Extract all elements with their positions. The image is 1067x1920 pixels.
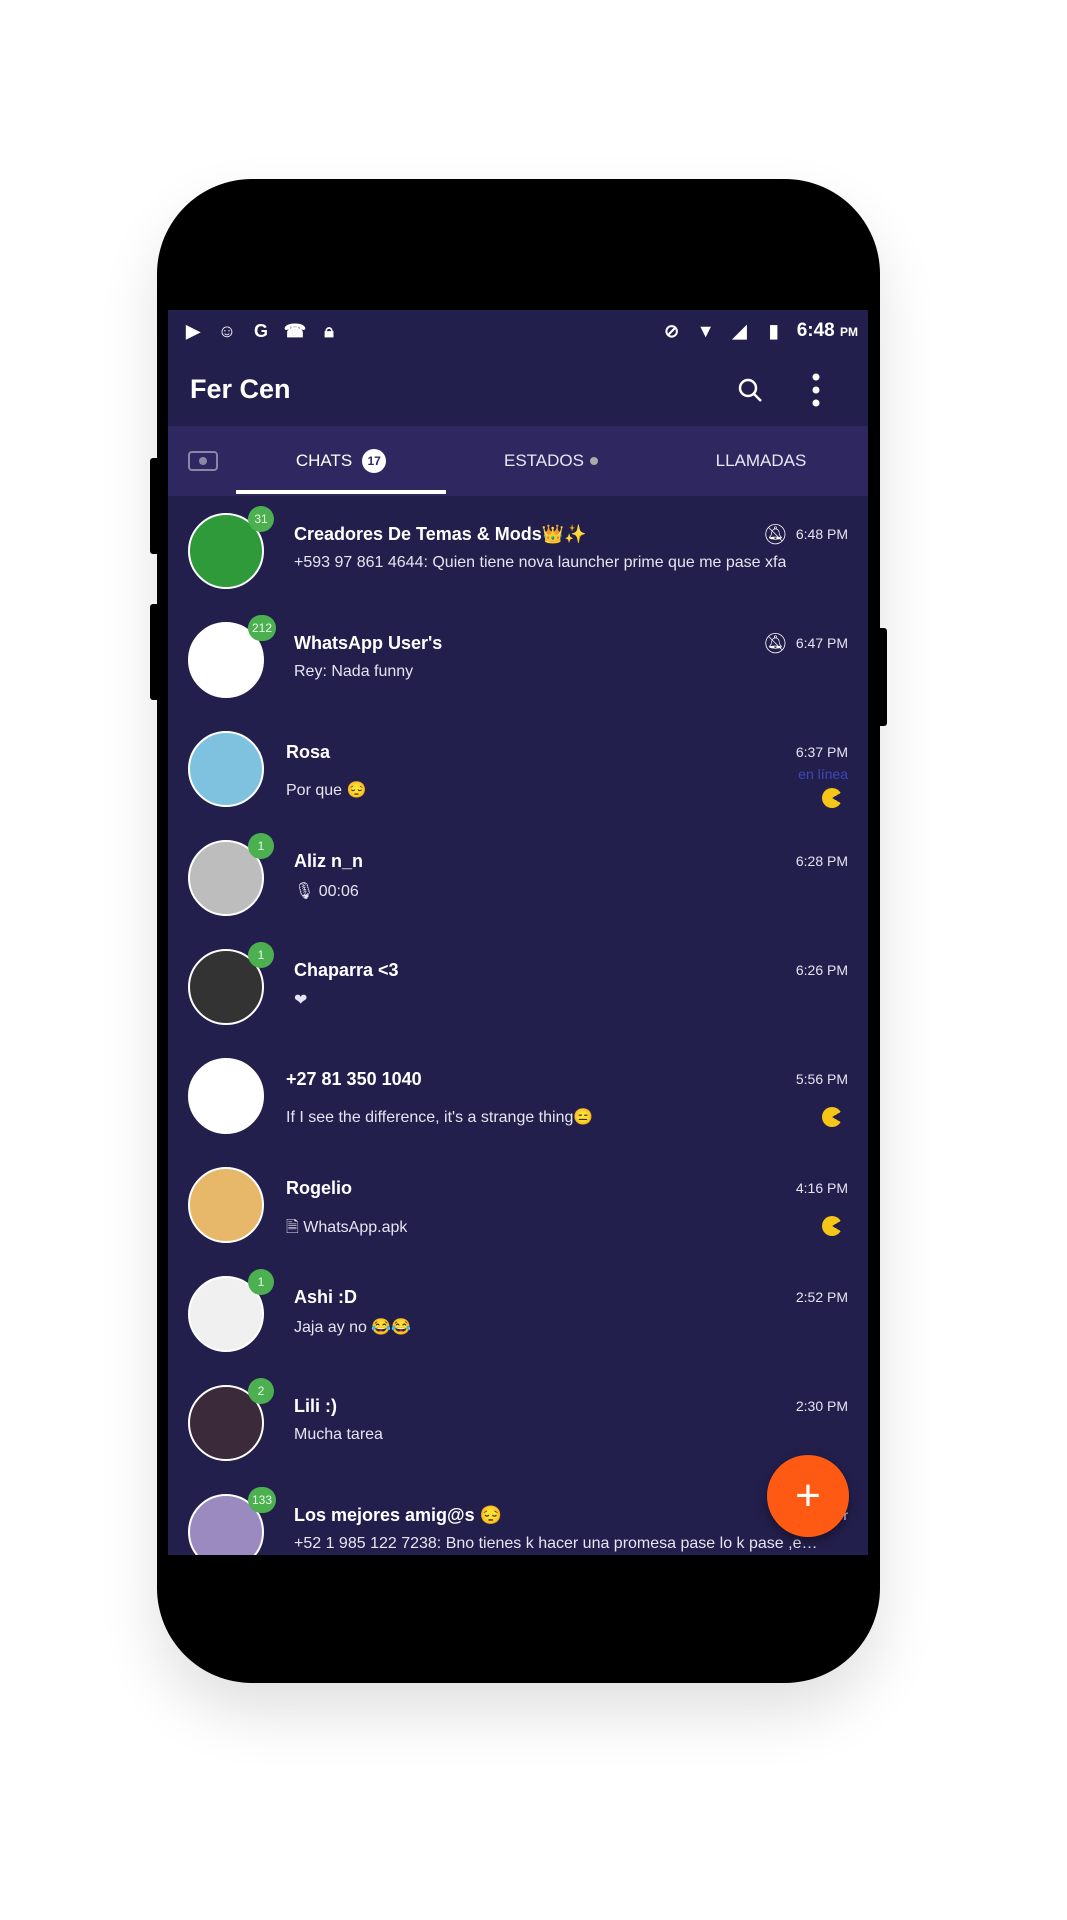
chat-row[interactable]: 31 Creadores De Temas & Mods👑✨ +593 97 861… [168,496,868,605]
chat-time: 6:28 PM [795,853,848,869]
chat-name: Aliz n_n [294,851,364,871]
wifi-icon: ▼ [696,320,715,341]
chat-last-message: Por que 😔 [286,782,367,799]
camera-tab-icon[interactable] [178,426,228,496]
chat-name: Lili :) [294,1396,337,1416]
chat-time: 6:48 PM [795,526,848,542]
new-chat-button[interactable]: + [767,1455,849,1537]
unread-badge: 1 [248,1269,274,1295]
unread-badge: 1 [248,833,274,859]
chat-last-message: +593 97 861 4644: Quien tiene nova launc… [294,554,787,571]
tab-bar: CHATS 17 ESTADOS LLAMADAS [168,426,868,496]
chat-name: +27 81 350 1040 [286,1069,422,1089]
chat-last-message: Rey: Nada funny [294,663,414,680]
chat-time: 2:30 PM [795,1398,848,1414]
unread-badge: 2 [248,1378,274,1404]
tab-estados[interactable]: ESTADOS [446,426,656,496]
app-title: Fer Cen [190,374,291,404]
chat-name: Rosa [286,742,331,762]
pacman-icon [822,788,842,808]
chat-last-message: 🎙 00:06 [294,883,359,900]
online-status: en línea [798,766,848,782]
chat-row[interactable]: 212 WhatsApp User's Rey: Nada funny 6:47 PM… [168,605,868,714]
chat-name: Creadores De Temas & Mods👑✨ [294,524,587,544]
chat-name: Chaparra <3 [294,960,399,980]
lock-icon: 🔒︎ [324,320,334,341]
chat-last-message: Jaja ay no 😂😂 [294,1319,412,1336]
chat-row[interactable]: 1 Aliz n_n 🎙 00:06 6:28 PM [168,823,868,932]
unread-badge: 1 [248,942,274,968]
signal-icon: ◢ [732,320,747,341]
chat-row[interactable]: 1 Chaparra <3 ❤ 6:26 PM [168,932,868,1041]
chat-last-message: If I see the difference, it's a strange … [286,1109,594,1126]
more-options-icon[interactable] [796,370,836,410]
power-button [877,628,887,726]
muted-icon: 🔕︎ [762,633,788,655]
avatar[interactable] [188,1058,264,1134]
muted-icon: 🔕︎ [762,524,788,546]
chat-row[interactable]: 133 Los mejores amig@s 😔 +52 1 985 122 723… [168,1477,868,1555]
tab-chats[interactable]: CHATS 17 [236,426,446,496]
screen: ▶ ☺ G ☎ 🔒︎ ⊘ ▼ ◢ ▮ 6:48 PM Fer Cen CHATS… [168,310,868,1555]
search-icon[interactable] [730,370,770,410]
chat-time: 6:37 PM [795,744,848,760]
chat-row[interactable]: Rosa Por que 😔 6:37 PM en línea [168,714,868,823]
chat-time: 2:52 PM [795,1289,848,1305]
chat-row[interactable]: 1 Ashi :D Jaja ay no 😂😂 2:52 PM [168,1259,868,1368]
avatar[interactable] [188,1167,264,1243]
volume-up-button [150,458,160,554]
chat-last-message: 🗎 WhatsApp.apk [286,1219,408,1236]
chat-time: 4:16 PM [795,1180,848,1196]
avatar[interactable] [188,731,264,807]
unread-badge: 31 [248,506,274,532]
chat-row[interactable]: Rogelio 🗎 WhatsApp.apk 4:16 PM [168,1150,868,1259]
new-status-dot [589,457,598,465]
chat-last-message: Mucha tarea [294,1426,383,1443]
toolbar: Fer Cen [168,356,868,426]
youtube-icon: ▶ [186,320,200,341]
pacman-icon [822,1107,842,1127]
active-tab-indicator [236,490,446,494]
plus-icon: + [795,1471,821,1520]
status-bar: ▶ ☺ G ☎ 🔒︎ ⊘ ▼ ◢ ▮ 6:48 PM [168,310,868,356]
chat-name: WhatsApp User's [294,633,443,653]
dnd-icon: ⊘ [664,320,680,341]
battery-icon: ▮ [768,320,779,341]
unread-badge: 212 [248,615,277,641]
chat-name: Ashi :D [294,1287,357,1307]
chat-time: 5:56 PM [795,1071,848,1087]
chat-row[interactable]: 2 Lili :) Mucha tarea 2:30 PM [168,1368,868,1477]
chat-name: Rogelio [286,1178,352,1198]
chat-time: 6:47 PM [795,635,848,651]
clock: 6:48 PM [796,320,858,341]
chat-row[interactable]: +27 81 350 1040 If I see the difference, … [168,1041,868,1150]
chats-count-badge: 17 [362,449,387,473]
chat-last-message: +52 1 985 122 7238: Bno tienes k hacer u… [294,1535,824,1552]
chat-last-message: ❤ [294,992,308,1009]
google-icon: G [253,320,268,341]
tab-llamadas[interactable]: LLAMADAS [656,426,866,496]
missed-call-icon: ☎ [283,320,307,341]
pacman-icon [822,1216,842,1236]
message-icon: ☺ [217,320,237,341]
volume-down-button [150,604,160,700]
chat-time: 6:26 PM [795,962,848,978]
chat-name: Los mejores amig@s 😔 [294,1505,503,1525]
unread-badge: 133 [248,1487,277,1513]
